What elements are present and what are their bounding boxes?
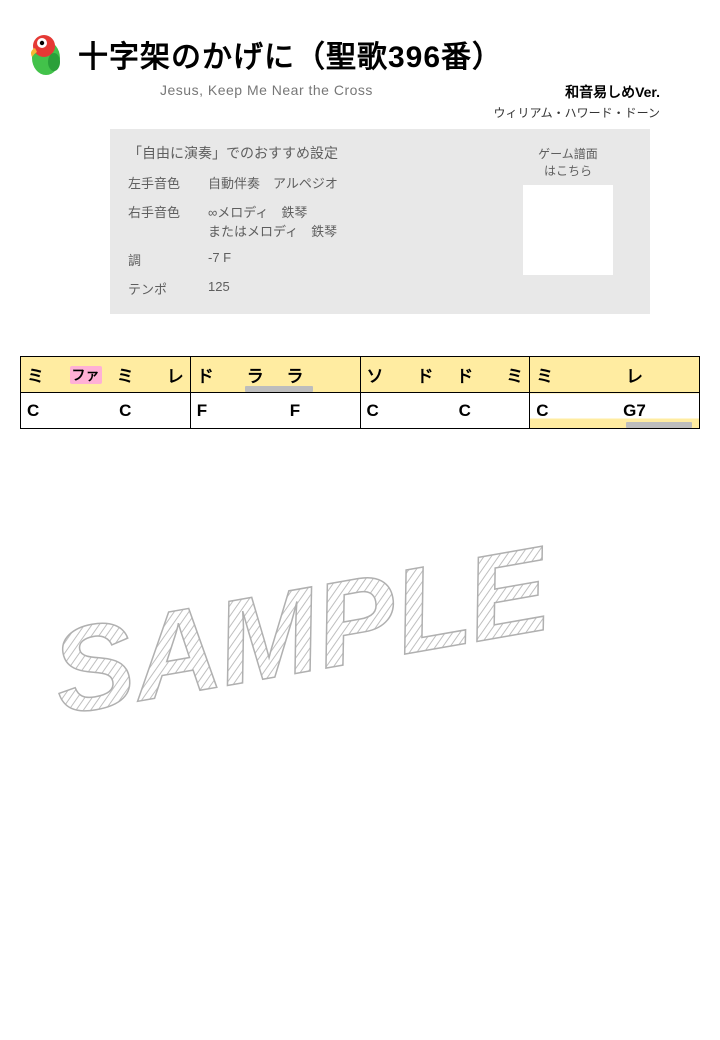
watermark-text: SAMPLE [42,521,562,740]
sample-watermark: SAMPLE [29,477,691,770]
accidental-note: ファ [70,366,102,384]
melody-cell: ド ラ ラ [190,357,360,393]
chord-cell: C C [360,393,530,429]
melody-cell: ミ ファ ミ レ [21,357,191,393]
chord-row: C C F F C C [21,393,700,429]
settings-row: テンポ 125 [128,279,632,298]
score-table: ミ ファ ミ レ ド ラ ラ ソ ド ド [20,356,700,429]
settings-key: 右手音色 [128,202,208,240]
chord-cell: C G7 [530,393,700,429]
settings-key: テンポ [128,279,208,298]
version-label: 和音易しめVer. [565,82,660,102]
settings-box: 「自由に演奏」でのおすすめ設定 左手音色 自動伴奏 アルペジオ 右手音色 ∞メロ… [110,129,650,314]
chord-cell: F F [190,393,360,429]
melody-cell: ミ レ [530,357,700,393]
parrot-logo-icon [20,28,72,80]
melody-cell: ソ ド ド ミ [360,357,530,393]
settings-key: 左手音色 [128,173,208,192]
qr-area: ゲーム譜面 はこちら [508,145,628,275]
qr-placeholder [523,185,613,275]
chord-cell: C C [21,393,191,429]
subtitle: Jesus, Keep Me Near the Cross [160,82,373,121]
settings-key: 調 [128,250,208,269]
tie-bar [245,386,313,392]
qr-label: ゲーム譜面 はこちら [508,145,628,179]
melody-row: ミ ファ ミ レ ド ラ ラ ソ ド ド [21,357,700,393]
composer-label: ウィリアム・ハワード・ドーン [493,104,660,121]
header: 十字架のかげに（聖歌396番） Jesus, Keep Me Near the … [20,28,700,121]
tie-bar [626,422,692,428]
settings-value: 125 [208,279,632,298]
page-title: 十字架のかげに（聖歌396番） [78,32,503,76]
